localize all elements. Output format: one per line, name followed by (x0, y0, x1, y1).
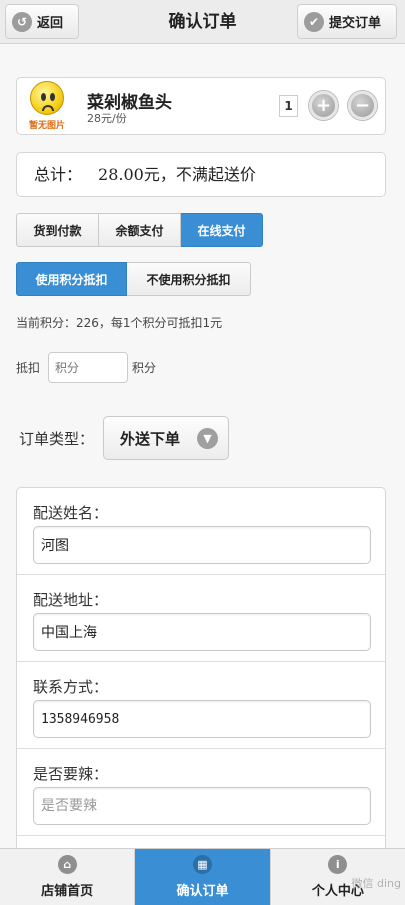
deduct-label: 抵扣 (16, 361, 41, 375)
form-row-address: 配送地址： (17, 575, 385, 662)
chevron-down-icon: ▼ (197, 428, 218, 449)
info-icon: i (328, 855, 348, 874)
use-points-option[interactable]: 使用积分抵扣 (16, 262, 127, 296)
payment-balance[interactable]: 余额支付 (99, 213, 181, 247)
grid-icon: ▦ (192, 855, 212, 874)
spicy-field[interactable] (33, 787, 371, 825)
decrease-quantity-button[interactable]: − (348, 91, 377, 120)
tab-confirm-order[interactable]: ▦ 确认订单 (134, 849, 270, 905)
bottom-tab-bar: ⌂ 店铺首页 ▦ 确认订单 i 个人中心 微信 ding (0, 848, 405, 905)
order-type-select[interactable]: 外送下单 ▼ (103, 416, 229, 460)
tab-store-home-label: 店铺首页 (41, 884, 94, 899)
form-row-name: 配送姓名： (17, 488, 385, 575)
form-row-contact: 联系方式： (17, 662, 385, 749)
payment-online[interactable]: 在线支付 (181, 213, 263, 247)
submit-order-button[interactable]: ✔ 提交订单 (297, 4, 397, 39)
address-label: 配送地址： (33, 591, 109, 609)
arrow-left-circle-icon: ↺ (12, 11, 32, 32)
contact-field[interactable] (33, 700, 371, 738)
plus-icon: + (315, 95, 332, 116)
product-price: 28元/份 (87, 112, 127, 125)
order-type-value: 外送下单 (120, 429, 181, 448)
points-option-selector: 使用积分抵扣 不使用积分抵扣 (16, 262, 251, 296)
contact-label: 联系方式： (33, 678, 109, 696)
tab-profile-label: 个人中心 (311, 884, 364, 899)
no-image-text: 暂无图片 (28, 121, 65, 131)
submit-order-label: 提交订单 (329, 16, 382, 31)
delivery-form: 配送姓名： 配送地址： 联系方式： 是否要辣： (16, 487, 386, 905)
address-field[interactable] (33, 613, 371, 651)
total-label: 总计： (34, 165, 83, 184)
points-info: 当前积分：226，每1个积分可抵扣1元 (16, 316, 223, 330)
deduct-points-input[interactable] (48, 352, 128, 383)
back-button-label: 返回 (37, 16, 64, 31)
tab-store-home[interactable]: ⌂ 店铺首页 (0, 849, 134, 905)
minus-icon: − (354, 95, 371, 116)
payment-method-selector: 货到付款 余额支付 在线支付 (16, 213, 263, 247)
total-value: 28.00元，不满起送价 (98, 165, 256, 184)
product-item: 暂无图片 菜剁椒鱼头 28元/份 1 + − (16, 77, 386, 135)
name-field[interactable] (33, 526, 371, 564)
quantity-value[interactable]: 1 (279, 95, 298, 117)
product-image: 暂无图片 (21, 81, 73, 133)
payment-cash-on-delivery[interactable]: 货到付款 (16, 213, 99, 247)
deduct-unit-label: 积分 (132, 361, 157, 375)
order-type-label: 订单类型： (19, 430, 95, 448)
spicy-label: 是否要辣： (33, 765, 109, 783)
home-icon: ⌂ (57, 855, 77, 874)
sad-face-icon (30, 81, 64, 115)
form-row-spicy: 是否要辣： (17, 749, 385, 836)
name-label: 配送姓名： (33, 504, 109, 522)
increase-quantity-button[interactable]: + (309, 91, 338, 120)
order-total: 总计： 28.00元，不满起送价 (16, 152, 386, 197)
check-circle-icon: ✔ (304, 11, 324, 32)
tab-confirm-order-label: 确认订单 (176, 884, 229, 899)
tab-profile[interactable]: i 个人中心 (269, 849, 405, 905)
no-points-option[interactable]: 不使用积分抵扣 (127, 262, 251, 296)
header-bar: 确认订单 ↺ 返回 ✔ 提交订单 (0, 0, 405, 44)
back-button[interactable]: ↺ 返回 (5, 4, 79, 39)
